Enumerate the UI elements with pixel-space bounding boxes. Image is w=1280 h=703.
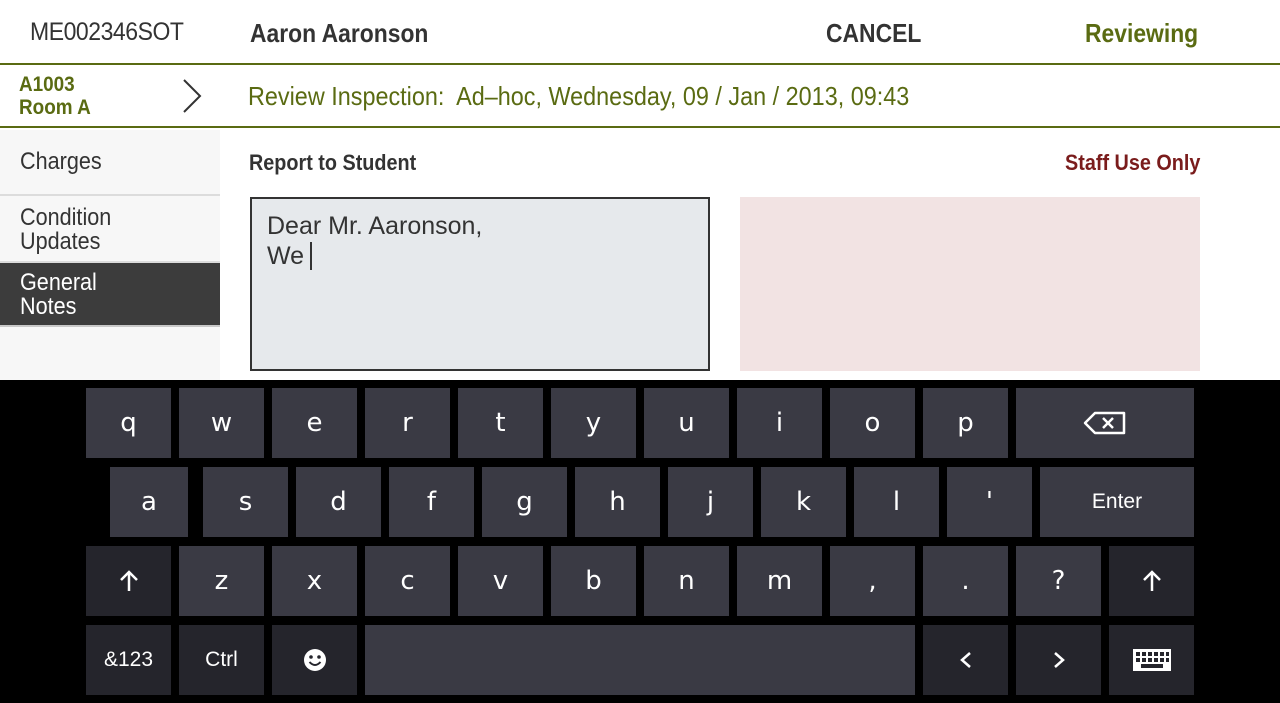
key-v[interactable]: v <box>458 546 543 616</box>
report-title: Report to Student <box>249 150 417 175</box>
inspection-bar: A1003 Room A Review Inspection: Ad–hoc, … <box>0 65 1280 128</box>
inspection-title: Review Inspection: Ad–hoc, Wednesday, 09… <box>248 81 910 111</box>
keyboard-icon <box>1132 649 1171 671</box>
key-k[interactable]: k <box>761 467 846 537</box>
shift-arrow-icon <box>119 570 138 591</box>
room-name: Room A <box>19 96 91 119</box>
backspace-key[interactable] <box>1016 388 1194 458</box>
staff-title: Staff Use Only <box>1064 150 1200 175</box>
key-u[interactable]: u <box>644 388 729 458</box>
arrow-left-key[interactable] <box>923 625 1008 695</box>
arrow-left-icon <box>959 652 971 668</box>
on-screen-keyboard: q w e r t y u i o p a s d f g h j k l ' … <box>0 380 1280 703</box>
top-header: ME002346SOT Aaron Aaronson CANCEL Review… <box>0 0 1280 65</box>
key-g[interactable]: g <box>482 467 567 537</box>
backspace-icon <box>1083 411 1126 435</box>
key-x[interactable]: x <box>272 546 357 616</box>
key-r[interactable]: r <box>365 388 450 458</box>
key-f[interactable]: f <box>389 467 474 537</box>
key-m[interactable]: m <box>737 546 822 616</box>
chevron-right-icon[interactable] <box>178 77 208 115</box>
key-o[interactable]: o <box>830 388 915 458</box>
key-a[interactable]: a <box>110 467 188 537</box>
key-w[interactable]: w <box>179 388 264 458</box>
text-cursor <box>310 242 313 270</box>
key-l[interactable]: l <box>854 467 939 537</box>
report-text: Dear Mr. Aaronson, We <box>267 212 483 270</box>
key-j[interactable]: j <box>668 467 753 537</box>
key-n[interactable]: n <box>644 546 729 616</box>
sidebar: Charges Condition Updates General Notes <box>0 130 220 380</box>
cancel-button[interactable]: CANCEL <box>826 18 921 49</box>
symbols-key[interactable]: &123 <box>86 625 171 695</box>
ctrl-key[interactable]: Ctrl <box>179 625 264 695</box>
sidebar-item-label: Charges <box>20 148 102 175</box>
sidebar-item-charges[interactable]: Charges <box>0 130 220 196</box>
emoji-icon <box>303 649 326 671</box>
key-z[interactable]: z <box>179 546 264 616</box>
shift-right-key[interactable] <box>1109 546 1194 616</box>
key-apostrophe[interactable]: ' <box>947 467 1032 537</box>
sidebar-item-label: Condition Updates <box>20 204 112 255</box>
key-p[interactable]: p <box>923 388 1008 458</box>
key-comma[interactable]: , <box>830 546 915 616</box>
room-code: A1003 <box>19 73 75 96</box>
emoji-key[interactable] <box>272 625 357 695</box>
key-d[interactable]: d <box>296 467 381 537</box>
key-h[interactable]: h <box>575 467 660 537</box>
key-question[interactable]: ? <box>1016 546 1101 616</box>
shift-arrow-icon <box>1142 570 1161 591</box>
student-name: Aaron Aaronson <box>250 18 429 48</box>
hide-keyboard-key[interactable] <box>1109 625 1194 695</box>
key-i[interactable]: i <box>737 388 822 458</box>
enter-key[interactable]: Enter <box>1040 467 1194 537</box>
key-s[interactable]: s <box>203 467 288 537</box>
room-selector[interactable]: A1003 Room A <box>19 73 91 119</box>
arrow-right-icon <box>1053 652 1065 668</box>
key-period[interactable]: . <box>923 546 1008 616</box>
key-c[interactable]: c <box>365 546 450 616</box>
sidebar-item-general-notes[interactable]: General Notes <box>0 263 220 327</box>
key-e[interactable]: e <box>272 388 357 458</box>
report-textarea[interactable]: Dear Mr. Aaronson, We <box>250 197 710 371</box>
record-id: ME002346SOT <box>30 18 184 46</box>
arrow-right-key[interactable] <box>1016 625 1101 695</box>
space-key[interactable] <box>365 625 915 695</box>
sidebar-item-label: General Notes <box>20 269 97 320</box>
key-t[interactable]: t <box>458 388 543 458</box>
key-b[interactable]: b <box>551 546 636 616</box>
shift-left-key[interactable] <box>86 546 171 616</box>
status-label: Reviewing <box>1085 18 1199 48</box>
sidebar-item-condition-updates[interactable]: Condition Updates <box>0 196 220 263</box>
key-y[interactable]: y <box>551 388 636 458</box>
key-q[interactable]: q <box>86 388 171 458</box>
staff-notes-textarea[interactable] <box>740 197 1200 371</box>
